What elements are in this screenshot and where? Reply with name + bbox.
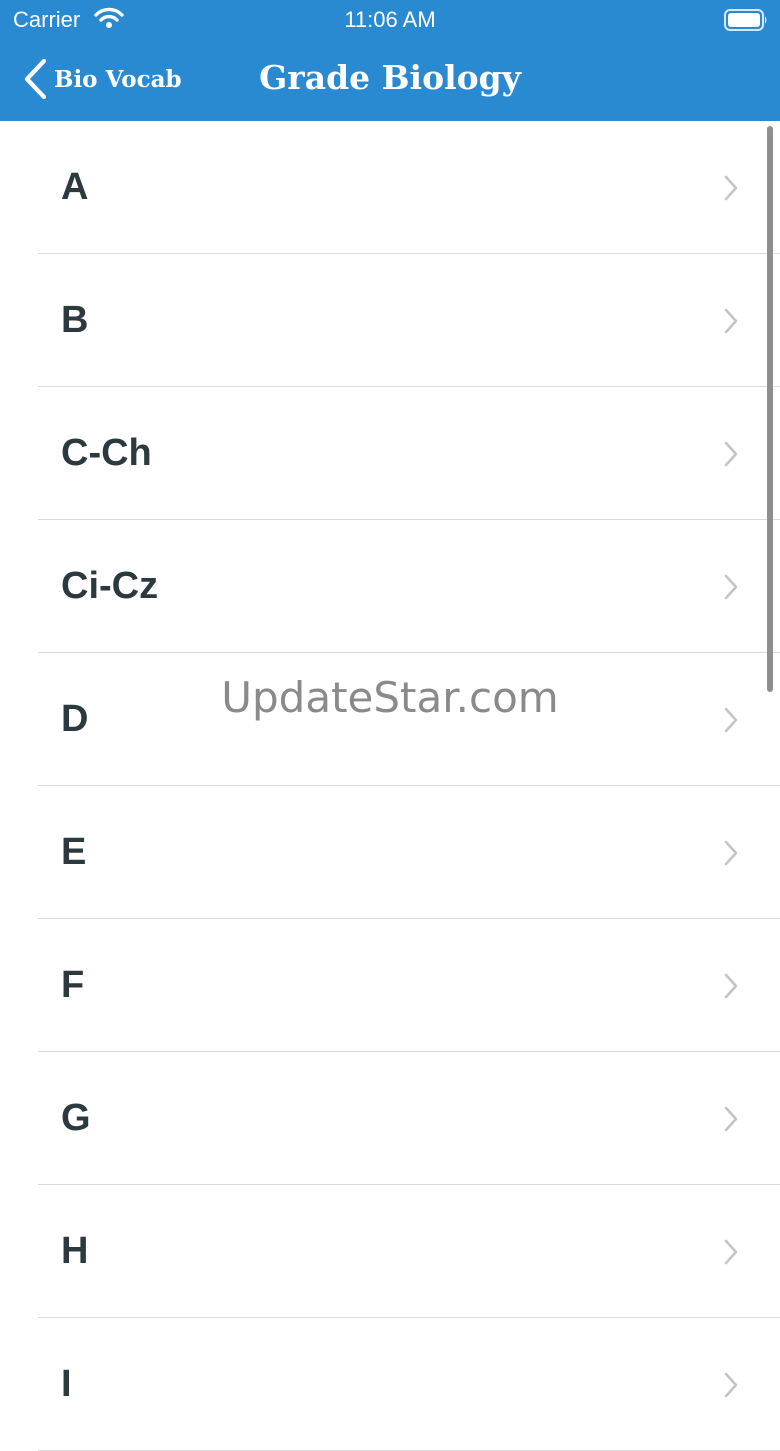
list-item[interactable]: E [0, 786, 780, 919]
list-item-label: Ci-Cz [61, 565, 159, 607]
chevron-right-icon [724, 441, 738, 467]
page-title: Grade Biology [259, 58, 521, 97]
chevron-right-icon [724, 1372, 738, 1398]
battery-icon [724, 9, 767, 31]
list-item-label: A [61, 166, 89, 208]
list-item[interactable]: B [0, 254, 780, 387]
list-item[interactable]: A [0, 121, 780, 254]
list-item-label: F [61, 964, 85, 1006]
list-item-label: C-Ch [61, 432, 152, 474]
chevron-right-icon [724, 1239, 738, 1265]
status-time: 11:06 AM [344, 7, 436, 32]
list-item-label: H [61, 1230, 89, 1272]
list-item[interactable]: G [0, 1052, 780, 1185]
list-item[interactable]: C-Ch [0, 387, 780, 520]
list-item-label: B [61, 299, 89, 341]
list-item[interactable]: H [0, 1185, 780, 1318]
chevron-right-icon [724, 308, 738, 334]
list-item-label: I [61, 1363, 72, 1405]
chevron-right-icon [724, 175, 738, 201]
chevron-right-icon [724, 707, 738, 733]
list-item[interactable]: I [0, 1318, 780, 1451]
chevron-right-icon [724, 574, 738, 600]
list-item[interactable]: D [0, 653, 780, 786]
chevron-right-icon [724, 973, 738, 999]
letter-list: A B C-Ch Ci-Cz D E F G H I [0, 121, 780, 1451]
navigation-bar: Carrier 11:06 AM Bio Vocab Grade Biology [0, 0, 780, 121]
chevron-right-icon [724, 1106, 738, 1132]
list-item-label: E [61, 831, 87, 873]
scrollbar[interactable] [767, 126, 773, 692]
list-item[interactable]: F [0, 919, 780, 1052]
list-item[interactable]: Ci-Cz [0, 520, 780, 653]
chevron-right-icon [724, 840, 738, 866]
list-item-label: G [61, 1097, 91, 1139]
list-item-label: D [61, 698, 89, 740]
